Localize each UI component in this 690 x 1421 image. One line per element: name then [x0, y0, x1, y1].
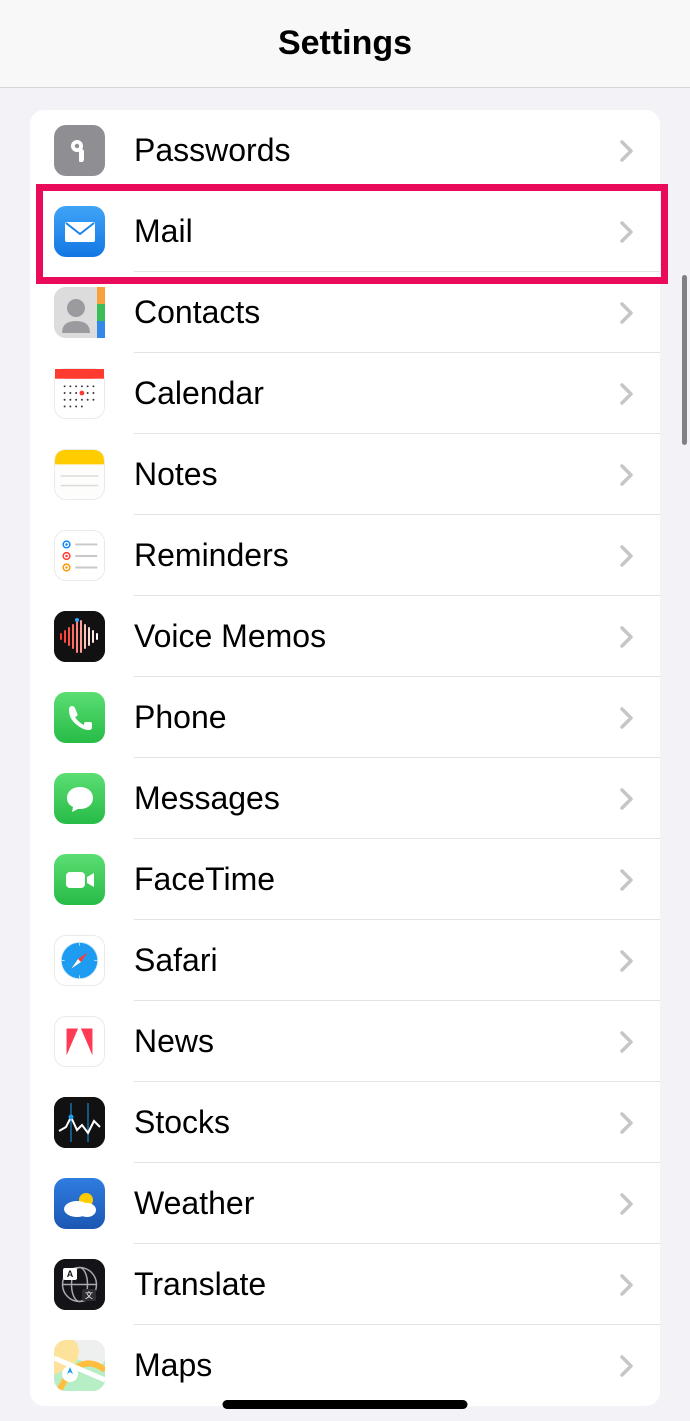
translate-icon: A文: [54, 1259, 105, 1310]
home-indicator[interactable]: [223, 1400, 468, 1409]
row-label: Notes: [134, 456, 620, 493]
key-icon: [54, 125, 105, 176]
row-contacts[interactable]: Contacts: [30, 272, 660, 353]
chevron-right-icon: [620, 1355, 634, 1377]
mail-icon: [54, 206, 105, 257]
phone-icon: [54, 692, 105, 743]
chevron-right-icon: [620, 869, 634, 891]
maps-icon: [54, 1340, 105, 1391]
row-stocks[interactable]: Stocks: [30, 1082, 660, 1163]
settings-panel: Passwords Mail Contacts: [30, 110, 660, 1406]
chevron-right-icon: [620, 221, 634, 243]
facetime-icon: [54, 854, 105, 905]
row-reminders[interactable]: Reminders: [30, 515, 660, 596]
svg-text:文: 文: [85, 1290, 93, 1300]
row-safari[interactable]: Safari: [30, 920, 660, 1001]
chevron-right-icon: [620, 788, 634, 810]
row-label: Mail: [134, 213, 620, 250]
content: Passwords Mail Contacts: [0, 88, 690, 1406]
row-label: Contacts: [134, 294, 620, 331]
chevron-right-icon: [620, 950, 634, 972]
chevron-right-icon: [620, 1031, 634, 1053]
row-label: Maps: [134, 1347, 620, 1384]
row-news[interactable]: News: [30, 1001, 660, 1082]
row-label: Safari: [134, 942, 620, 979]
contacts-icon: [54, 287, 105, 338]
calendar-icon: [54, 368, 105, 419]
chevron-right-icon: [620, 1112, 634, 1134]
safari-icon: [54, 935, 105, 986]
page-title: Settings: [278, 24, 412, 63]
weather-icon: [54, 1178, 105, 1229]
row-messages[interactable]: Messages: [30, 758, 660, 839]
row-voicememos[interactable]: Voice Memos: [30, 596, 660, 677]
chevron-right-icon: [620, 140, 634, 162]
header: Settings: [0, 0, 690, 88]
row-label: Messages: [134, 780, 620, 817]
chevron-right-icon: [620, 545, 634, 567]
chevron-right-icon: [620, 464, 634, 486]
row-notes[interactable]: Notes: [30, 434, 660, 515]
svg-text:A: A: [67, 1269, 74, 1279]
row-maps[interactable]: Maps: [30, 1325, 660, 1406]
notes-icon: [54, 449, 105, 500]
chevron-right-icon: [620, 302, 634, 324]
row-label: Phone: [134, 699, 620, 736]
row-passwords[interactable]: Passwords: [30, 110, 660, 191]
row-label: Calendar: [134, 375, 620, 412]
stocks-icon: [54, 1097, 105, 1148]
row-label: Passwords: [134, 132, 620, 169]
scroll-indicator[interactable]: [682, 275, 687, 445]
chevron-right-icon: [620, 707, 634, 729]
news-icon: [54, 1016, 105, 1067]
chevron-right-icon: [620, 626, 634, 648]
row-mail[interactable]: Mail: [30, 191, 660, 272]
messages-icon: [54, 773, 105, 824]
row-label: Stocks: [134, 1104, 620, 1141]
chevron-right-icon: [620, 1193, 634, 1215]
row-label: Reminders: [134, 537, 620, 574]
row-calendar[interactable]: Calendar: [30, 353, 660, 434]
row-facetime[interactable]: FaceTime: [30, 839, 660, 920]
reminders-icon: [54, 530, 105, 581]
chevron-right-icon: [620, 1274, 634, 1296]
row-phone[interactable]: Phone: [30, 677, 660, 758]
row-label: FaceTime: [134, 861, 620, 898]
row-label: Voice Memos: [134, 618, 620, 655]
row-label: Translate: [134, 1266, 620, 1303]
row-translate[interactable]: A文 Translate: [30, 1244, 660, 1325]
voicememos-icon: [54, 611, 105, 662]
chevron-right-icon: [620, 383, 634, 405]
row-label: Weather: [134, 1185, 620, 1222]
row-label: News: [134, 1023, 620, 1060]
row-weather[interactable]: Weather: [30, 1163, 660, 1244]
